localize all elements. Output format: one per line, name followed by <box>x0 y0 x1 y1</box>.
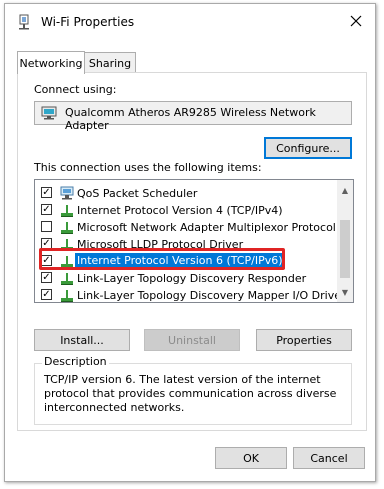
scroll-thumb[interactable] <box>340 220 350 278</box>
uninstall-button: Uninstall <box>144 329 240 351</box>
install-button[interactable]: Install... <box>34 329 130 351</box>
description-label: Description <box>42 355 109 368</box>
item-label: Link-Layer Topology Discovery Responder <box>77 272 307 285</box>
tab-networking[interactable]: Networking <box>17 51 85 74</box>
adapter-icon <box>41 106 57 120</box>
item-checkbox[interactable]: ✓ <box>41 289 52 300</box>
protocol-icon <box>61 205 73 217</box>
properties-dialog: Wi-Fi Properties Networking Sharing Conn… <box>4 3 376 482</box>
networking-panel: Connect using: Qualcomm Atheros AR9285 W… <box>17 72 367 431</box>
item-label: Internet Protocol Version 4 (TCP/IPv4) <box>77 204 283 217</box>
list-item[interactable]: ✓ Internet Protocol Version 4 (TCP/IPv4) <box>35 202 335 219</box>
list-item[interactable]: ✓ QoS Packet Scheduler <box>35 185 335 202</box>
item-checkbox[interactable]: ✓ <box>41 204 52 215</box>
close-button[interactable] <box>339 6 373 36</box>
description-text: TCP/IP version 6. The latest version of … <box>44 373 337 414</box>
adapter-field: Qualcomm Atheros AR9285 Wireless Network… <box>34 101 352 132</box>
item-label: Link-Layer Topology Discovery Mapper I/O… <box>77 289 346 302</box>
items-label: This connection uses the following items… <box>34 161 262 174</box>
protocol-icon <box>61 273 73 285</box>
items-list[interactable]: ✓ QoS Packet Scheduler ✓ Internet Protoc… <box>34 179 354 303</box>
item-label: Microsoft Network Adapter Multiplexor Pr… <box>77 221 336 234</box>
cancel-button[interactable]: Cancel <box>293 447 365 469</box>
list-scrollbar[interactable]: ▲ ▼ <box>337 180 353 302</box>
protocol-icon <box>61 222 73 234</box>
scroll-up-icon[interactable]: ▲ <box>337 182 353 198</box>
list-item[interactable]: ✓ Link-Layer Topology Discovery Responde… <box>35 270 335 287</box>
list-item[interactable]: ✓ Link-Layer Topology Discovery Mapper I… <box>35 287 346 302</box>
network-adapter-icon <box>19 14 29 30</box>
window-title: Wi-Fi Properties <box>41 15 135 29</box>
item-label: QoS Packet Scheduler <box>77 187 198 200</box>
item-checkbox[interactable] <box>41 221 52 232</box>
adapter-name: Qualcomm Atheros AR9285 Wireless Network… <box>65 106 316 132</box>
annotation-highlight-box <box>39 248 285 270</box>
list-item[interactable]: Microsoft Network Adapter Multiplexor Pr… <box>35 219 336 236</box>
properties-button[interactable]: Properties <box>256 329 352 351</box>
connect-using-label: Connect using: <box>34 83 117 96</box>
qos-icon <box>60 186 74 200</box>
configure-button[interactable]: Configure... <box>264 137 352 159</box>
protocol-icon <box>61 290 73 302</box>
item-checkbox[interactable]: ✓ <box>41 272 52 283</box>
title-bar: Wi-Fi Properties <box>5 4 375 40</box>
ok-button[interactable]: OK <box>215 447 287 469</box>
close-icon <box>350 15 362 27</box>
tab-sharing[interactable]: Sharing <box>84 52 136 73</box>
scroll-down-icon[interactable]: ▼ <box>337 284 353 300</box>
item-checkbox[interactable]: ✓ <box>41 187 52 198</box>
